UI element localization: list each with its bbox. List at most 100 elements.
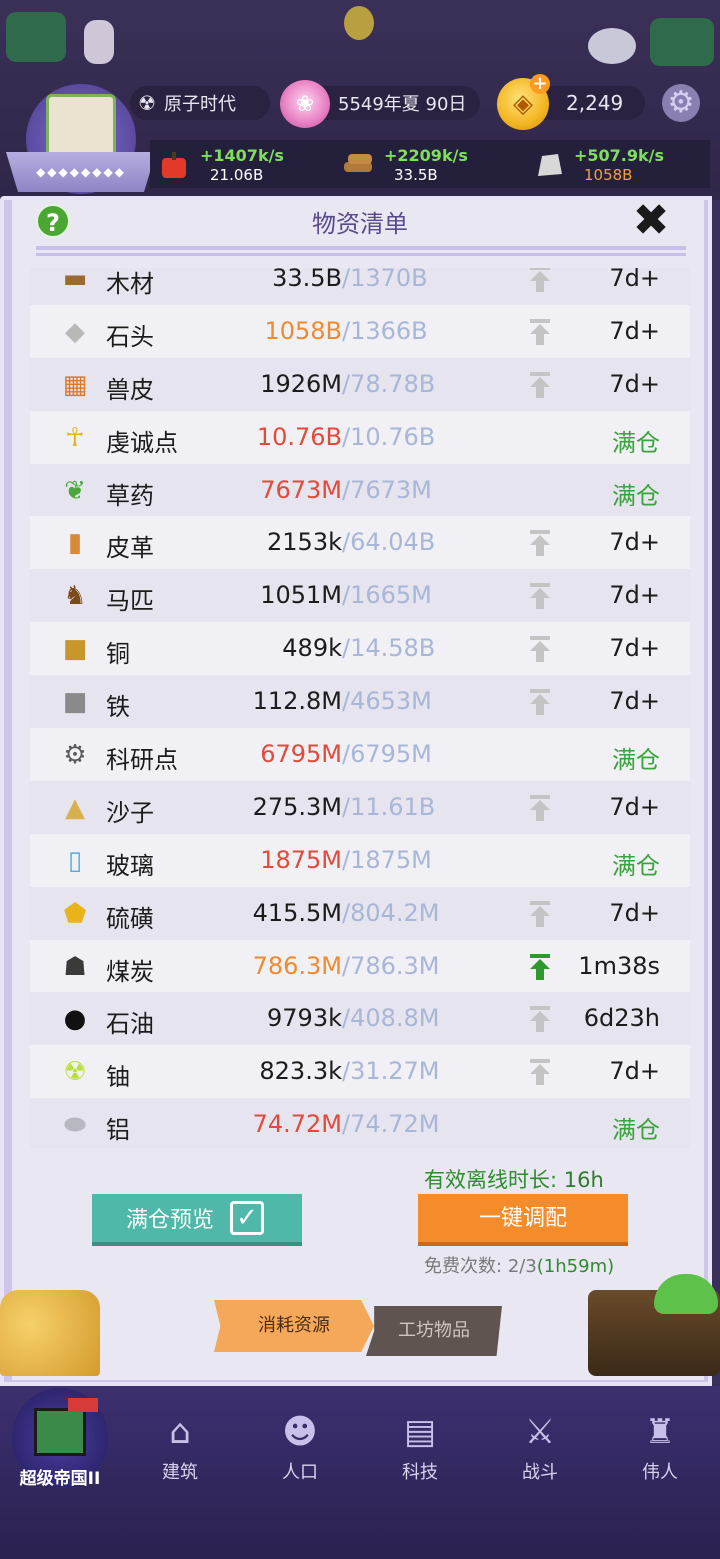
resource-amount: 74.72M: [252, 1110, 342, 1139]
resource-row[interactable]: ◆ 石头 1058B/1366B 7d+: [30, 304, 690, 358]
upgrade-arrow-icon[interactable]: [528, 953, 552, 980]
resource-row[interactable]: ♞ 马匹 1051M/1665M 7d+: [30, 569, 690, 623]
resource-amount: 1058B: [264, 316, 342, 345]
time-to-full: 7d+: [609, 369, 660, 398]
panel-title: 物资清单: [312, 210, 408, 238]
rate-stone: +507.9k/s 1058B: [532, 142, 692, 188]
stone-icon: [538, 154, 562, 176]
resource-row[interactable]: ⬬ 铝 74.72M/74.72M 满仓: [30, 1098, 690, 1148]
nav-tech[interactable]: ▤ 科技: [370, 1410, 470, 1490]
storage-full-label: 满仓: [612, 481, 660, 510]
time-to-full: 7d+: [609, 581, 660, 610]
resource-name: 铜: [106, 640, 130, 669]
resource-capacity: /4653M: [342, 687, 432, 716]
resource-capacity: /64.04B: [342, 528, 436, 557]
resource-name: 草药: [106, 481, 154, 510]
resource-list-viewport[interactable]: ▬ 木材 33.5B/1370B 7d+ ◆ 石头 1058B/1366B 7d+ ▦ 兽皮 192…: [30, 268, 690, 1148]
nav-population[interactable]: ☻ 人口: [250, 1410, 350, 1490]
free-count-timer: (1h59m): [536, 1256, 615, 1277]
resource-name: 石头: [106, 322, 154, 351]
rate-food-total: 21.06B: [210, 166, 264, 184]
resource-row[interactable]: ● 石油 9793k/408.8M 6d23h: [30, 992, 690, 1046]
one-click-allocate-button[interactable]: 一键调配: [418, 1194, 628, 1246]
gold-sacks-decoration: [0, 1290, 100, 1376]
time-to-full: 7d+: [609, 1057, 660, 1086]
resource-row[interactable]: ▲ 沙子 275.3M/11.61B 7d+: [30, 780, 690, 834]
upgrade-arrow-icon[interactable]: [528, 530, 552, 557]
resource-amount: 112.8M: [252, 687, 342, 716]
full-preview-button[interactable]: 满仓预览 ✓: [92, 1194, 302, 1246]
upgrade-arrow-icon[interactable]: [528, 583, 552, 610]
checkbox-icon: ✓: [230, 1201, 265, 1235]
settings-gear-icon[interactable]: ⚙: [662, 84, 700, 122]
add-gold-button[interactable]: +: [530, 74, 550, 94]
nav-battle[interactable]: ⚔ 战斗: [490, 1410, 590, 1490]
copper-icon: ■: [62, 634, 88, 665]
resource-row[interactable]: ⬟ 硫磺 415.5M/804.2M 7d+: [30, 886, 690, 940]
resource-row[interactable]: ☢ 铀 823.3k/31.27M 7d+: [30, 1045, 690, 1099]
flag-icon: [68, 1398, 98, 1412]
rate-stone-amount: +507.9k/s: [574, 146, 665, 165]
title-divider: [36, 246, 686, 256]
resource-capacity: /10.76B: [342, 422, 436, 451]
stone-icon: ◆: [65, 316, 85, 347]
resource-row[interactable]: ☗ 煤炭 786.3M/786.3M 1m38s: [30, 939, 690, 993]
sand-icon: ▲: [65, 792, 85, 823]
resource-row[interactable]: ⚙ 科研点 6795M/6795M 满仓: [30, 728, 690, 781]
resource-amount: 9793k: [267, 1004, 342, 1033]
rabbit-icon: [84, 20, 114, 64]
resource-amount: 786.3M: [252, 951, 342, 980]
rate-food-amount: +1407k/s: [200, 146, 284, 165]
nav-building[interactable]: ⌂ 建筑: [130, 1410, 230, 1490]
resource-row[interactable]: ▦ 兽皮 1926M/78.78B 7d+: [30, 357, 690, 411]
resource-row[interactable]: ☥ 虔诚点 10.76B/10.76B 满仓: [30, 410, 690, 464]
statue-icon: ♜: [644, 1412, 676, 1452]
resource-name: 硫磺: [106, 904, 154, 933]
castle-icon: [34, 1408, 86, 1456]
upgrade-arrow-icon[interactable]: [528, 1006, 552, 1033]
upgrade-arrow-icon[interactable]: [528, 794, 552, 821]
gold-amount: 2,249: [566, 91, 624, 115]
upgrade-arrow-icon[interactable]: [528, 636, 552, 663]
resource-row[interactable]: ▮ 皮革 2153k/64.04B 7d+: [30, 516, 690, 570]
resource-capacity: /6795M: [342, 740, 432, 769]
close-icon[interactable]: ✖: [628, 198, 674, 244]
book-icon: ▤: [403, 1412, 437, 1452]
rate-food: +1407k/s 21.06B: [158, 142, 318, 188]
nav-great-people[interactable]: ♜ 伟人: [610, 1410, 710, 1490]
resource-row[interactable]: ▯ 玻璃 1875M/1875M 满仓: [30, 833, 690, 887]
tab-consume-resources[interactable]: 消耗资源: [214, 1300, 374, 1352]
resource-row[interactable]: ❦ 草药 7673M/7673M 满仓: [30, 463, 690, 517]
house-icon: ⌂: [169, 1412, 191, 1452]
offline-label: 有效离线时长:: [424, 1168, 558, 1192]
radiation-icon: ☢: [138, 91, 156, 115]
upgrade-arrow-icon[interactable]: [528, 900, 552, 927]
tab-workshop-items[interactable]: 工坊物品: [366, 1306, 502, 1356]
time-to-full: 7d+: [609, 687, 660, 716]
time-to-full: 6d23h: [583, 1004, 660, 1033]
resource-name: 煤炭: [106, 957, 154, 986]
resource-capacity: /1665M: [342, 581, 432, 610]
time-to-full: 7d+: [609, 528, 660, 557]
upgrade-arrow-icon[interactable]: [528, 371, 552, 398]
upgrade-arrow-icon[interactable]: [528, 268, 552, 292]
tree-decoration: [6, 12, 66, 62]
resource-row[interactable]: ■ 铁 112.8M/4653M 7d+: [30, 675, 690, 729]
resource-row[interactable]: ■ 铜 489k/14.58B 7d+: [30, 622, 690, 676]
date-label: 5549年夏 90日: [338, 94, 467, 115]
era-label: 原子时代: [164, 94, 236, 115]
resource-name: 虔诚点: [106, 428, 178, 457]
resource-row[interactable]: ▬ 木材 33.5B/1370B 7d+: [30, 268, 690, 305]
free-count-value: 2/3: [507, 1256, 537, 1277]
swords-icon: ⚔: [524, 1412, 556, 1452]
upgrade-arrow-icon[interactable]: [528, 318, 552, 345]
upgrade-arrow-icon[interactable]: [528, 689, 552, 716]
storage-full-label: 满仓: [612, 1116, 660, 1145]
resource-capacity: /1366B: [342, 316, 428, 345]
storage-full-label: 满仓: [612, 428, 660, 457]
sulfur-icon: ⬟: [63, 898, 87, 929]
resource-capacity: /74.72M: [342, 1110, 440, 1139]
upgrade-arrow-icon[interactable]: [528, 1059, 552, 1086]
rate-wood-total: 33.5B: [394, 166, 438, 184]
nav-tech-label: 科技: [402, 1462, 438, 1483]
